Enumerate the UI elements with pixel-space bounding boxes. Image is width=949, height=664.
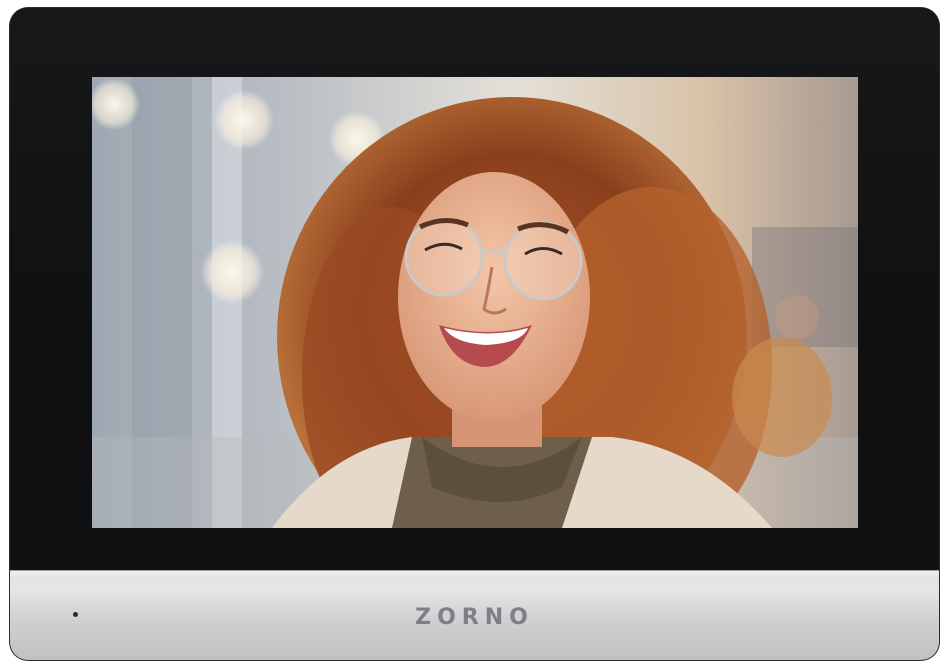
brand-logo: ZORNO [415, 605, 534, 630]
control-panel: ZORNO [10, 570, 939, 660]
video-feed-image [92, 77, 858, 528]
intercom-monitor: ZORNO [10, 8, 939, 660]
display-bezel [10, 8, 939, 571]
video-screen[interactable] [92, 77, 858, 528]
